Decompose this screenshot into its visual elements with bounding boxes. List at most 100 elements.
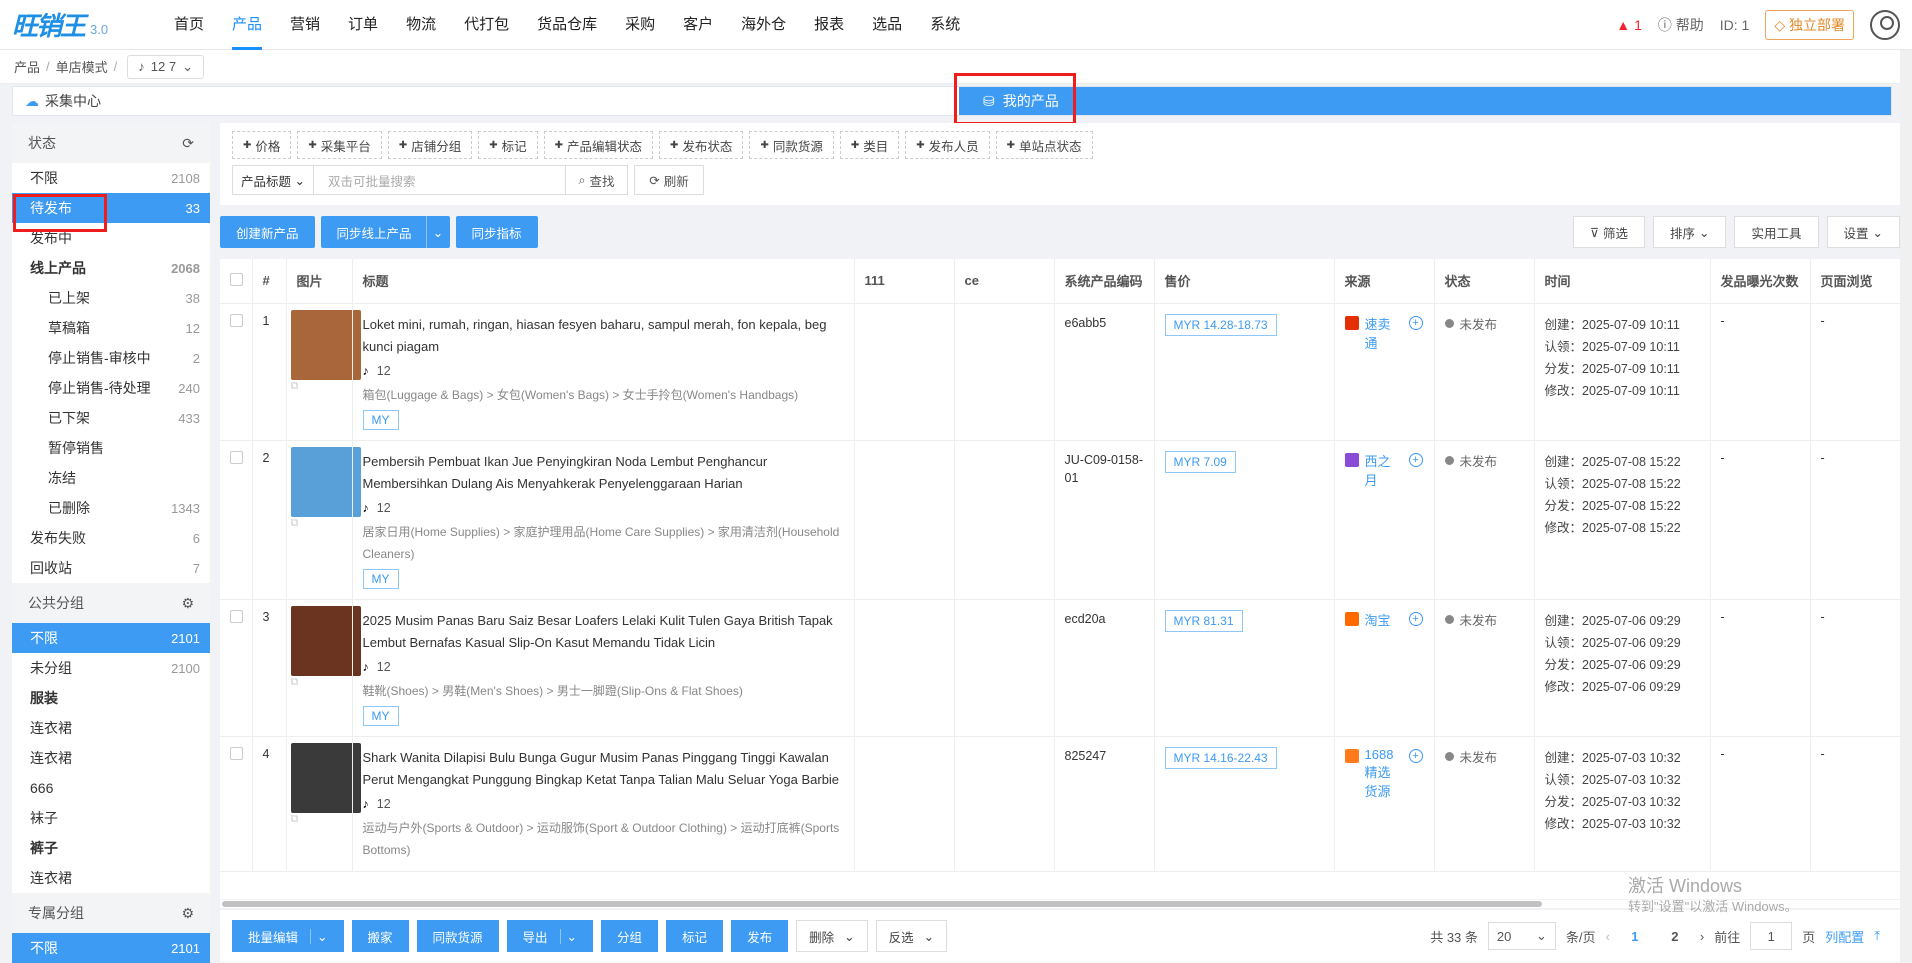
vertical-scrollbar[interactable] — [1900, 50, 1912, 962]
column-header[interactable]: 售价 — [1154, 259, 1335, 304]
filter-chip[interactable]: ✚ 发布状态 — [659, 131, 744, 159]
product-title[interactable]: Pembersih Pembuat Ikan Jue Penyingkiran … — [363, 451, 844, 495]
page-number[interactable]: 1 — [1620, 929, 1650, 944]
source-link[interactable]: 西之月 + — [1344, 451, 1424, 489]
price-tag[interactable]: MYR 7.09 — [1164, 450, 1236, 473]
product-thumbnail[interactable] — [290, 605, 361, 676]
logo[interactable]: 旺销王 3.0 — [0, 0, 160, 50]
filter-chip[interactable]: ✚ 标记 — [478, 131, 538, 159]
invert-select-button[interactable]: 反选 ⌄ — [875, 920, 948, 952]
tools-button[interactable]: 实用工具 — [1734, 216, 1819, 248]
sidebar-item[interactable]: 暂停销售 — [12, 433, 210, 463]
table-row[interactable]: 1 ⧉ Loket mini, rumah, ringan, hiasan fesy… — [220, 303, 1900, 441]
column-header[interactable]: 系统产品编码 — [1054, 259, 1155, 304]
product-thumbnail[interactable] — [290, 742, 361, 813]
export-button[interactable]: 导出 ⌄ — [506, 920, 594, 952]
product-title[interactable]: Shark Wanita Dilapisi Bulu Bunga Gugur M… — [363, 747, 844, 791]
sidebar-item[interactable]: 停止销售-审核中 2 — [12, 343, 210, 373]
nav-item[interactable]: 物流 — [392, 0, 450, 50]
collect-center-link[interactable]: ☁ 采集中心 — [13, 91, 101, 111]
nav-item[interactable]: 首页 — [160, 0, 218, 50]
sidebar-item[interactable]: 回收站 7 — [12, 553, 210, 583]
row-checkbox[interactable] — [230, 609, 243, 623]
market-tag[interactable]: MY — [362, 705, 399, 726]
source-name[interactable]: 西之月 — [1365, 451, 1403, 489]
mark-button[interactable]: 标记 — [666, 920, 724, 952]
refresh-button[interactable]: ⟳ 刷新 — [634, 165, 704, 195]
price-tag[interactable]: MYR 14.16-22.43 — [1164, 746, 1277, 769]
price-tag[interactable]: MYR 81.31 — [1164, 609, 1243, 632]
sidebar-item[interactable]: 已上架 38 — [12, 283, 210, 313]
sidebar-item[interactable]: 裤子 — [12, 833, 210, 863]
filter-chip[interactable]: ✚ 采集平台 — [297, 131, 382, 159]
row-checkbox[interactable] — [230, 313, 243, 327]
scrollbar-thumb[interactable] — [222, 901, 1542, 907]
filter-chip[interactable]: ✚ 价格 — [232, 131, 292, 159]
copy-icon[interactable]: ⧉ — [291, 813, 348, 826]
sidebar-item[interactable]: 666 — [12, 773, 210, 803]
help-link[interactable]: ⓘ 帮助 — [1658, 15, 1704, 35]
user-avatar-icon[interactable] — [1870, 9, 1900, 40]
filter-chip[interactable]: ✚ 产品编辑状态 — [543, 131, 654, 159]
warning-indicator[interactable]: ▲ 1 — [1616, 17, 1642, 33]
breadcrumb-product[interactable]: 产品 — [14, 57, 40, 76]
gear-icon[interactable]: ⚙ — [181, 595, 194, 612]
source-name[interactable]: 1688精选货源 — [1365, 747, 1403, 800]
source-name[interactable]: 淘宝 — [1365, 610, 1403, 629]
sidebar-item[interactable]: 连衣裙 — [12, 863, 210, 893]
sidebar-item[interactable]: 袜子 — [12, 803, 210, 833]
add-source-icon[interactable]: + — [1408, 611, 1423, 626]
column-header[interactable]: 状态 — [1434, 259, 1535, 304]
column-header[interactable]: 标题 — [352, 259, 855, 304]
source-link[interactable]: 淘宝 + — [1344, 610, 1424, 629]
table-row[interactable]: 3 ⧉ 2025 Musim Panas Baru Saiz Besar Loafe… — [220, 599, 1900, 737]
table-row[interactable]: 2 ⧉ Pembersih Pembuat Ikan Jue Penyingkira… — [220, 440, 1900, 600]
column-header[interactable]: 时间 — [1534, 259, 1711, 304]
column-header[interactable]: 图片 — [286, 259, 353, 304]
page-jump-input[interactable]: 1 — [1750, 922, 1793, 950]
page-number[interactable]: 2 — [1660, 929, 1690, 944]
shop-selector[interactable]: ♪ 12 7 ⌄ — [127, 54, 204, 79]
add-source-icon[interactable]: + — [1408, 315, 1423, 330]
market-tag[interactable]: MY — [362, 409, 399, 430]
refresh-icon[interactable]: ⟳ — [182, 135, 194, 152]
market-tag[interactable]: MY — [362, 568, 399, 589]
batch-edit-button[interactable]: 批量编辑 ⌄ — [232, 920, 344, 952]
sidebar-item[interactable]: 不限 2108 — [12, 163, 210, 193]
row-checkbox[interactable] — [230, 450, 243, 464]
nav-item[interactable]: 订单 — [334, 0, 392, 50]
nav-item[interactable]: 报表 — [800, 0, 858, 50]
nav-item[interactable]: 代打包 — [450, 0, 523, 50]
price-tag[interactable]: MYR 14.28-18.73 — [1164, 313, 1277, 336]
copy-icon[interactable]: ⧉ — [291, 380, 348, 393]
nav-item[interactable]: 系统 — [916, 0, 974, 50]
sort-button[interactable]: 排序 ⌄ — [1652, 216, 1727, 248]
source-link[interactable]: 速卖通 + — [1344, 314, 1424, 352]
search-input[interactable]: 双击可批量搜索 — [314, 165, 566, 195]
filter-chip[interactable]: ✚ 发布人员 — [905, 131, 990, 159]
next-page-icon[interactable]: › — [1700, 929, 1704, 944]
search-field-select[interactable]: 产品标题 ⌄ — [232, 165, 314, 195]
sidebar-item[interactable]: 已下架 433 — [12, 403, 210, 433]
create-product-button[interactable]: 创建新产品 — [220, 216, 315, 248]
sidebar-item[interactable]: 服装 — [12, 683, 210, 713]
sidebar-item[interactable]: 不限 2101 — [12, 933, 210, 963]
sidebar-item[interactable]: 连衣裙 — [12, 743, 210, 773]
product-title[interactable]: 2025 Musim Panas Baru Saiz Besar Loafers… — [363, 610, 844, 654]
row-checkbox[interactable] — [230, 746, 243, 760]
column-header[interactable]: 111 — [854, 259, 955, 304]
back-to-top-icon[interactable]: ⤒ — [1874, 928, 1880, 944]
nav-item[interactable]: 海外仓 — [727, 0, 800, 50]
sidebar-item[interactable]: 冻结 — [12, 463, 210, 493]
nav-item[interactable]: 客户 — [669, 0, 727, 50]
column-header[interactable]: 页面浏览 — [1810, 259, 1900, 304]
table-row[interactable]: 4 ⧉ Shark Wanita Dilapisi Bulu Bunga Gugur… — [220, 736, 1900, 872]
source-link[interactable]: 1688精选货源 + — [1344, 747, 1424, 800]
product-thumbnail[interactable] — [290, 309, 361, 380]
group-button[interactable]: 分组 — [601, 920, 659, 952]
column-config-link[interactable]: 列配置 — [1825, 927, 1864, 946]
sidebar-item[interactable]: 草稿箱 12 — [12, 313, 210, 343]
nav-item[interactable]: 选品 — [858, 0, 916, 50]
sidebar-item[interactable]: 线上产品 2068 — [12, 253, 210, 283]
prev-page-icon[interactable]: ‹ — [1606, 929, 1610, 944]
